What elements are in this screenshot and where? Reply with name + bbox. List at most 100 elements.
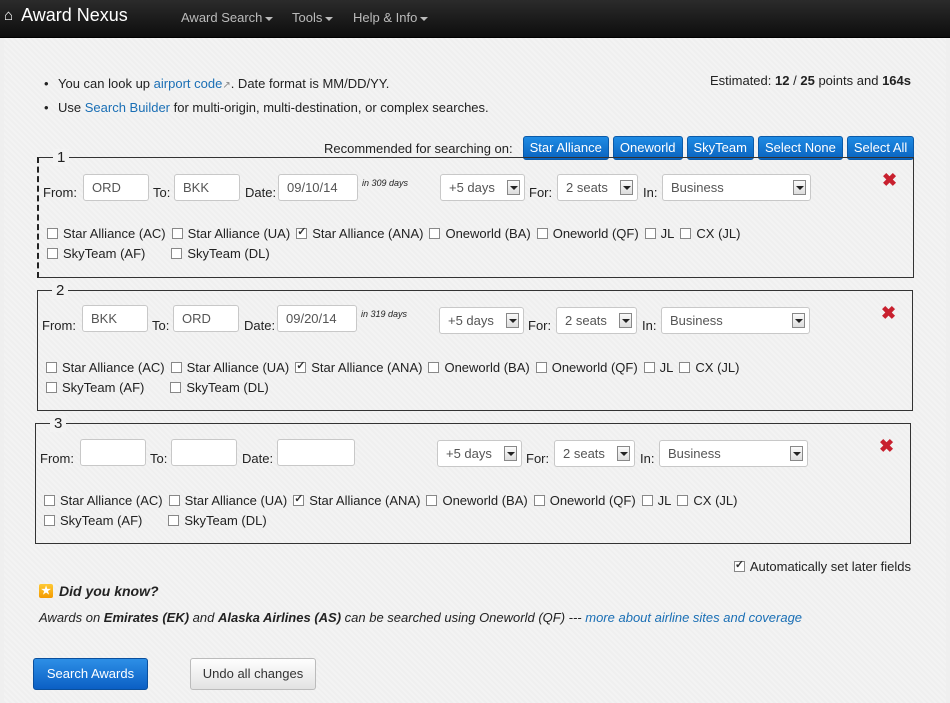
- checkbox[interactable]: [426, 495, 438, 506]
- checkbox[interactable]: [171, 228, 183, 239]
- checkbox-skyteam-dl[interactable]: SkyTeam (DL): [171, 246, 270, 261]
- checkbox-jl[interactable]: JL: [643, 360, 674, 375]
- undo-all-changes-button[interactable]: Undo all changes: [190, 658, 316, 690]
- from-input[interactable]: [80, 439, 146, 466]
- checkbox-star-alliance-ana[interactable]: Star Alliance (ANA): [293, 492, 421, 508]
- checkbox[interactable]: [44, 495, 55, 506]
- checkbox-cx-jl[interactable]: CX (JL): [680, 226, 740, 241]
- checkbox[interactable]: [680, 228, 692, 239]
- checkbox[interactable]: [44, 515, 55, 526]
- checkbox[interactable]: [428, 362, 440, 373]
- cabin-select[interactable]: Business: [662, 174, 811, 201]
- checkbox[interactable]: [171, 248, 183, 259]
- search-builder-link[interactable]: Search Builder: [85, 100, 170, 115]
- checkbox-star-alliance-ua[interactable]: Star Alliance (UA): [168, 493, 287, 508]
- checkbox-skyteam-dl[interactable]: SkyTeam (DL): [170, 380, 269, 395]
- flex-days-select[interactable]: +5 days: [440, 174, 525, 201]
- checkbox-label: Star Alliance (AC): [63, 226, 166, 241]
- checkbox[interactable]: [536, 228, 548, 239]
- remove-segment-icon[interactable]: ✖: [882, 170, 897, 191]
- menu-tools[interactable]: Tools: [292, 10, 334, 25]
- checkbox[interactable]: [533, 495, 545, 506]
- checkbox-jl[interactable]: JL: [641, 493, 671, 508]
- brand[interactable]: ⌂ Award Nexus: [4, 5, 128, 26]
- checkbox-skyteam-af[interactable]: SkyTeam (AF): [46, 380, 144, 395]
- brand-name: Award Nexus: [21, 5, 128, 25]
- flex-days-select[interactable]: +5 days: [437, 440, 522, 467]
- airline-coverage-link[interactable]: more about airline sites and coverage: [585, 610, 802, 625]
- checkbox-star-alliance-ana[interactable]: Star Alliance (ANA): [296, 225, 423, 241]
- flex-days-select[interactable]: +5 days: [439, 307, 524, 334]
- from-input[interactable]: BKK: [82, 305, 148, 332]
- checkbox[interactable]: [296, 225, 308, 239]
- checkbox[interactable]: [641, 495, 653, 506]
- chevron-down-icon: [265, 16, 274, 21]
- to-input[interactable]: ORD: [173, 305, 239, 332]
- remove-segment-icon[interactable]: ✖: [879, 436, 894, 457]
- checkbox[interactable]: [644, 228, 656, 239]
- checkbox[interactable]: [170, 362, 182, 373]
- checkbox[interactable]: [168, 495, 180, 506]
- checkbox-star-alliance-ua[interactable]: Star Alliance (UA): [171, 226, 290, 241]
- checkbox[interactable]: [46, 382, 57, 393]
- checkbox-star-alliance-ana[interactable]: Star Alliance (ANA): [295, 359, 422, 375]
- checkbox[interactable]: [293, 492, 305, 506]
- remove-segment-icon[interactable]: ✖: [881, 303, 896, 324]
- checkbox-star-alliance-ac[interactable]: Star Alliance (AC): [47, 226, 166, 241]
- menu-help-info[interactable]: Help & Info: [353, 10, 429, 25]
- checkbox-oneworld-ba[interactable]: Oneworld (BA): [429, 226, 531, 241]
- checkbox-skyteam-dl[interactable]: SkyTeam (DL): [168, 513, 267, 528]
- checkbox-label: Star Alliance (ANA): [309, 493, 421, 508]
- seats-select[interactable]: 2 seats: [556, 307, 637, 334]
- from-input[interactable]: ORD: [83, 174, 149, 201]
- checkbox-star-alliance-ac[interactable]: Star Alliance (AC): [46, 360, 165, 375]
- dropdown-arrow-icon: [790, 446, 803, 461]
- external-link-icon: ↗: [222, 80, 231, 91]
- checkbox[interactable]: [429, 228, 441, 239]
- auto-set-later-fields[interactable]: Automatically set later fields: [733, 558, 911, 574]
- checkbox[interactable]: [535, 362, 547, 373]
- checkbox-oneworld-ba[interactable]: Oneworld (BA): [426, 493, 528, 508]
- date-input[interactable]: 09/10/14: [278, 174, 358, 201]
- checkbox[interactable]: [170, 382, 182, 393]
- estimate-used: 12: [775, 73, 790, 88]
- info-line-builder: Use Search Builder for multi-origin, mul…: [44, 97, 489, 119]
- in-label: In:: [643, 185, 658, 200]
- checkbox-skyteam-af[interactable]: SkyTeam (AF): [47, 246, 145, 261]
- checkbox[interactable]: [679, 362, 691, 373]
- date-input[interactable]: [277, 439, 355, 466]
- seats-select[interactable]: 2 seats: [554, 440, 635, 467]
- checkbox-jl[interactable]: JL: [644, 226, 674, 241]
- airport-code-link[interactable]: airport code: [154, 76, 223, 91]
- checkbox[interactable]: [295, 359, 307, 373]
- checkbox-skyteam-af[interactable]: SkyTeam (AF): [44, 513, 142, 528]
- checkbox-label: JL: [659, 360, 674, 375]
- checkbox-oneworld-qf[interactable]: Oneworld (QF): [533, 493, 636, 508]
- search-awards-button[interactable]: Search Awards: [33, 658, 148, 690]
- date-input[interactable]: 09/20/14: [277, 305, 357, 332]
- checkbox[interactable]: [46, 362, 57, 373]
- dropdown-arrow-icon: [793, 180, 806, 195]
- checkbox[interactable]: [643, 362, 655, 373]
- checkbox-label: CX (JL): [696, 226, 741, 241]
- cabin-select[interactable]: Business: [661, 307, 810, 334]
- checkbox-cx-jl[interactable]: CX (JL): [679, 360, 739, 375]
- checkbox[interactable]: [733, 558, 745, 572]
- checkbox-oneworld-qf[interactable]: Oneworld (QF): [536, 226, 639, 241]
- checkbox-oneworld-qf[interactable]: Oneworld (QF): [535, 360, 638, 375]
- checkbox-label: SkyTeam (DL): [187, 246, 270, 261]
- checkbox-star-alliance-ac[interactable]: Star Alliance (AC): [44, 493, 163, 508]
- cabin-select[interactable]: Business: [659, 440, 808, 467]
- checkbox-cx-jl[interactable]: CX (JL): [677, 493, 737, 508]
- checkbox-oneworld-ba[interactable]: Oneworld (BA): [428, 360, 530, 375]
- checkbox[interactable]: [677, 495, 689, 506]
- checkbox[interactable]: [47, 248, 58, 259]
- checkbox-star-alliance-ua[interactable]: Star Alliance (UA): [170, 360, 289, 375]
- menu-award-search[interactable]: Award Search: [181, 10, 274, 25]
- menu-help-info-label: Help & Info: [353, 10, 418, 25]
- seats-select[interactable]: 2 seats: [557, 174, 638, 201]
- to-input[interactable]: [171, 439, 237, 466]
- checkbox[interactable]: [168, 515, 180, 526]
- checkbox[interactable]: [47, 228, 58, 239]
- to-input[interactable]: BKK: [174, 174, 240, 201]
